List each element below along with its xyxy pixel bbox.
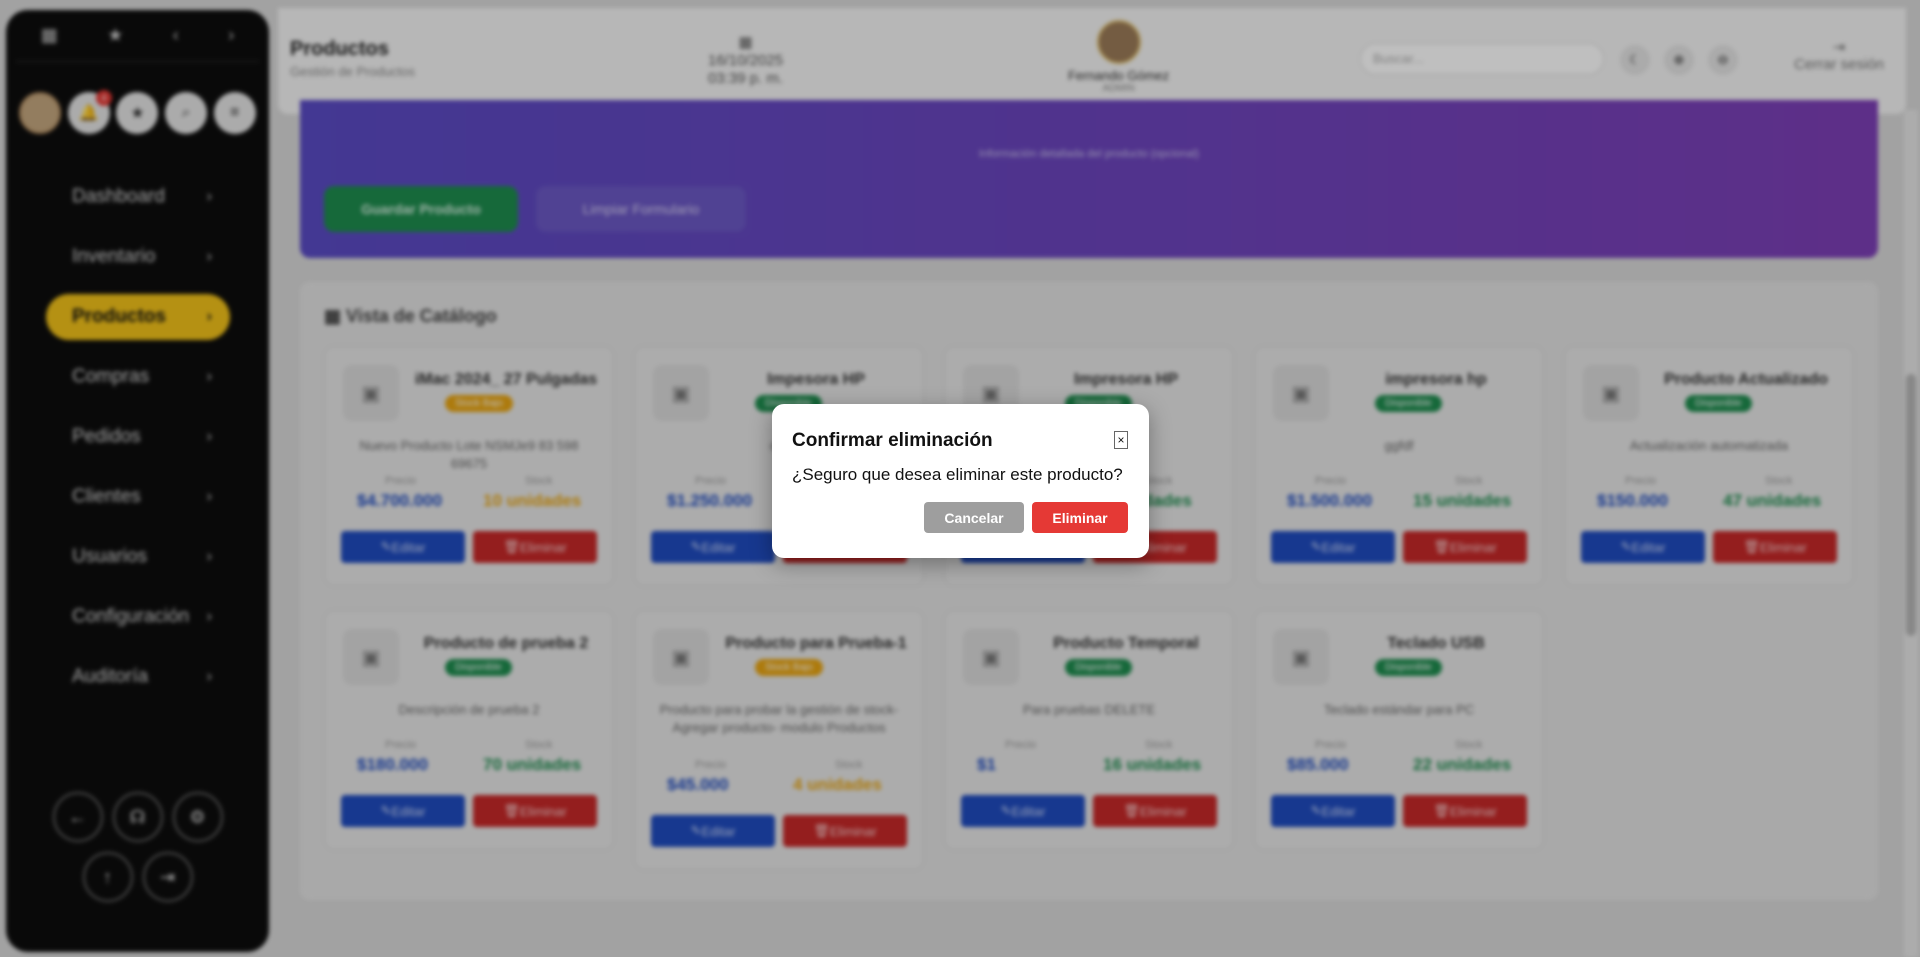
close-button[interactable]: × [1114,431,1128,449]
confirm-delete-button[interactable]: Eliminar [1032,502,1128,533]
confirm-delete-dialog: Confirmar eliminación × ¿Seguro que dese… [772,404,1149,558]
cancel-button[interactable]: Cancelar [924,502,1024,533]
dialog-title: Confirmar eliminación [792,430,993,451]
dialog-message: ¿Seguro que desea eliminar este producto… [792,465,1123,484]
